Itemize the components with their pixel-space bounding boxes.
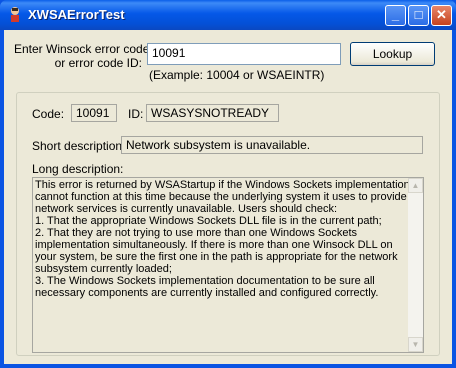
title-bar[interactable]: XWSAErrorTest _ □ ✕ [0,0,456,30]
arrow-up-icon[interactable]: ▲ [408,178,423,193]
close-icon: ✕ [436,7,447,22]
maximize-button[interactable]: □ [408,5,429,26]
long-description-line: implementation simultaneously. If there … [35,239,393,251]
long-description-label: Long description: [32,162,124,176]
dialog-client: Enter Winsock error code, or error code … [4,30,452,364]
long-description-line: subsystem currently loaded; [35,263,172,275]
error-code-prompt: Enter Winsock error code, or error code … [14,42,153,70]
close-button[interactable]: ✕ [431,5,452,26]
minimize-button[interactable]: _ [385,5,406,26]
id-label: ID: [128,107,144,121]
long-description-text: This error is returned by WSAStartup if … [35,179,410,299]
id-value: WSASYSNOTREADY [146,104,279,122]
window-title: XWSAErrorTest [28,7,125,22]
long-description-scrollbar[interactable]: ▲ ▼ [408,178,423,352]
long-description-line: 3. The Windows Sockets implementation do… [35,275,375,287]
window: XWSAErrorTest _ □ ✕ Enter Winsock error … [0,0,456,368]
app-icon [11,7,19,22]
arrow-down-icon[interactable]: ▼ [408,337,423,352]
long-description-line: 2. That they are not trying to use more … [35,227,358,239]
short-description-value: Network subsystem is unavailable. [121,136,423,154]
minimize-icon: _ [391,7,400,22]
long-description-line: cannot function at this time because the… [35,191,407,203]
long-description-line: necessary components are currently insta… [35,287,379,299]
long-description-line: 1. That the appropriate Windows Sockets … [35,215,382,227]
prompt-line-1: Enter Winsock error code, [14,42,153,56]
long-description-line: network services is currently unavailabl… [35,203,338,215]
code-value: 10091 [71,104,117,122]
error-code-input[interactable]: 10091 [147,43,341,65]
long-description-box[interactable]: This error is returned by WSAStartup if … [32,177,424,353]
long-description-line: This error is returned by WSAStartup if … [35,179,410,191]
long-description-line: your system, be sure the first one in th… [35,251,398,263]
prompt-line-2: or error code ID: [54,56,142,70]
lookup-button[interactable]: Lookup [350,42,435,66]
maximize-icon: □ [414,7,423,22]
code-label: Code: [32,107,65,121]
example-hint: (Example: 10004 or WSAEINTR) [149,68,325,82]
short-description-label: Short description: [32,139,126,153]
